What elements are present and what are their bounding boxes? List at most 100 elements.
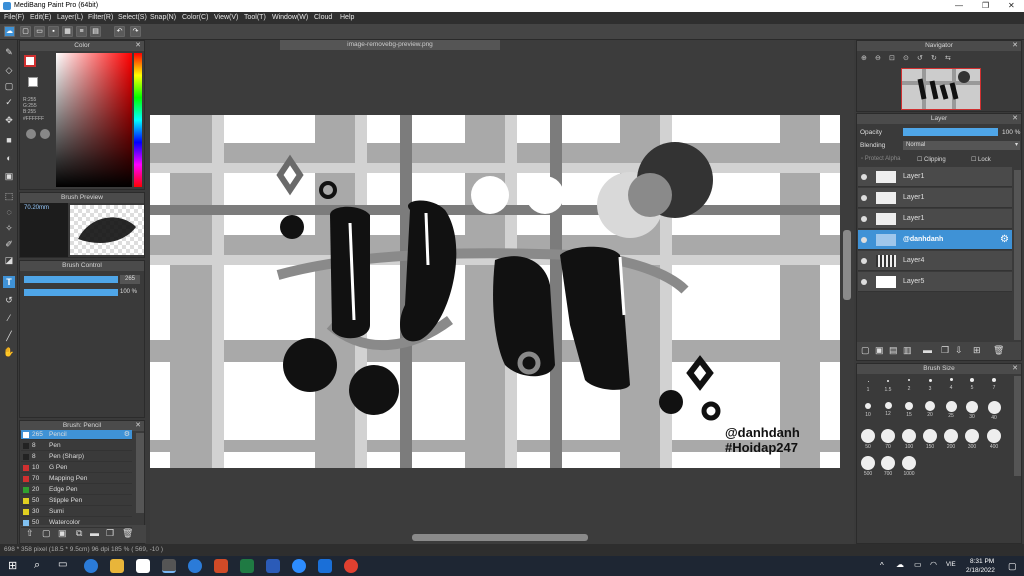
bucket-tool-icon[interactable]: ◐: [3, 152, 15, 164]
document-tab[interactable]: image-removebg-preview.png: [280, 40, 500, 50]
redo-icon[interactable]: ↷: [130, 26, 141, 37]
brush-copy-icon[interactable]: ⧉: [76, 528, 82, 539]
brush-size-option[interactable]: 1000: [901, 456, 917, 477]
menu-cloud[interactable]: Cloud: [314, 14, 332, 21]
brush-size-slider[interactable]: [24, 276, 118, 283]
visibility-icon[interactable]: [861, 195, 867, 201]
brush-size-option[interactable]: 50: [860, 429, 876, 450]
brush-item[interactable]: 8 Pen: [21, 441, 132, 451]
brush-size-option[interactable]: 2: [901, 379, 917, 392]
start-icon[interactable]: ⊞: [8, 559, 17, 572]
lock-checkbox[interactable]: ☐ Lock: [971, 156, 991, 163]
search-icon[interactable]: ⌕: [34, 559, 40, 572]
brush-item[interactable]: 50 Watercolor: [21, 518, 132, 528]
brush-item[interactable]: 70 Mapping Pen: [21, 474, 132, 484]
brush-tool-icon[interactable]: ✎: [3, 46, 15, 58]
duplicate-layer-icon[interactable]: ❐: [941, 345, 949, 356]
excel-icon[interactable]: [240, 559, 254, 573]
divide-tool-icon[interactable]: ◪: [3, 254, 15, 266]
menu-window[interactable]: Window(W): [272, 14, 308, 21]
brush-item[interactable]: 8 Pen (Sharp): [21, 452, 132, 462]
tray-chevron-icon[interactable]: ^: [880, 561, 884, 570]
menu-snap[interactable]: Snap(N): [150, 14, 176, 21]
save-icon[interactable]: ▪: [48, 26, 59, 37]
brush-size-option[interactable]: 700: [880, 456, 896, 477]
navigator-rotate-right-icon[interactable]: ↻: [931, 54, 937, 62]
visibility-icon[interactable]: [861, 237, 867, 243]
brush-item[interactable]: 10 G Pen: [21, 463, 132, 473]
brush-size-option[interactable]: 1: [860, 381, 876, 393]
menu-layer[interactable]: Layer(L): [57, 14, 83, 21]
brush-item[interactable]: 265 Pencil ⚙: [21, 430, 132, 440]
brush-size-option[interactable]: 30: [964, 401, 980, 420]
clock-date[interactable]: 2/18/2022: [966, 567, 995, 574]
brush-delete-icon[interactable]: 🗑: [122, 528, 133, 539]
shape-tool-icon[interactable]: ■: [3, 134, 15, 146]
brush-size-option[interactable]: 150: [922, 429, 938, 450]
layer-settings-gear-icon[interactable]: ⚙: [1000, 234, 1009, 245]
background-color-swatch[interactable]: [28, 77, 38, 87]
palette2-icon[interactable]: [40, 129, 50, 139]
artwork-canvas[interactable]: @danhdanh #Hoidap247: [150, 115, 840, 468]
visibility-icon[interactable]: [861, 258, 867, 264]
brush-add-icon[interactable]: ⇧: [26, 528, 34, 539]
undo-icon[interactable]: ↶: [114, 26, 125, 37]
brush-size-option[interactable]: 400: [986, 429, 1002, 450]
brush-size-option[interactable]: 500: [860, 456, 876, 477]
menu-help[interactable]: Help: [340, 14, 354, 21]
new-halftone-layer-icon[interactable]: ▣: [875, 345, 884, 356]
layer-row[interactable]: Layer5: [858, 272, 1012, 292]
magic-wand-icon[interactable]: ✧: [3, 222, 15, 234]
clock-time[interactable]: 8:31 PM: [970, 558, 994, 565]
close-icon[interactable]: ✕: [135, 41, 141, 51]
wifi-icon[interactable]: ◠: [930, 560, 937, 569]
layer-settings-icon[interactable]: ⊞: [973, 345, 981, 356]
visibility-icon[interactable]: [861, 174, 867, 180]
brush-size-option[interactable]: 200: [943, 429, 959, 450]
layer-opacity-slider[interactable]: [903, 128, 998, 136]
menu-file[interactable]: File(F): [4, 14, 24, 21]
ruler-tool-icon[interactable]: ╱: [3, 330, 15, 342]
canvas-area[interactable]: image-removebg-preview.png @danhdanh #Ho…: [150, 40, 854, 544]
brush-list-scrollbar[interactable]: [136, 433, 144, 513]
brush-size-option[interactable]: 10: [860, 403, 876, 418]
eyedropper-tool-icon[interactable]: ⁄: [3, 312, 15, 324]
close-icon[interactable]: ✕: [1012, 364, 1018, 374]
brush-size-option[interactable]: 15: [901, 402, 917, 418]
brush-item[interactable]: 20 Edge Pen: [21, 485, 132, 495]
open-icon[interactable]: ▭: [34, 26, 45, 37]
brush-new-icon[interactable]: ▢: [42, 528, 51, 539]
onedrive-icon[interactable]: ☁: [896, 560, 904, 569]
rectangle-tool-icon[interactable]: ▢: [3, 80, 15, 92]
navigator-flip-icon[interactable]: ⇆: [945, 54, 951, 62]
select-tool-icon[interactable]: ⬚: [3, 190, 15, 202]
menu-select[interactable]: Select(S): [118, 14, 147, 21]
menu-tool[interactable]: Tool(T): [244, 14, 266, 21]
eraser-tool-icon[interactable]: ◇: [3, 64, 15, 76]
brush-settings-gear-icon[interactable]: ⚙: [124, 430, 130, 438]
layer-add-menu-icon[interactable]: ▥: [903, 345, 912, 356]
brush-opacity-slider[interactable]: [24, 289, 118, 296]
operation-tool-icon[interactable]: ↺: [3, 294, 15, 306]
check-tool-icon[interactable]: ✓: [3, 96, 15, 108]
minimize-button[interactable]: —: [955, 1, 963, 10]
brush-size-option[interactable]: 70: [880, 429, 896, 450]
brush-size-option[interactable]: 100: [901, 429, 917, 450]
brush-size-option[interactable]: 4: [943, 378, 959, 391]
layer-scrollbar[interactable]: [1014, 170, 1021, 340]
navigator-fit-icon[interactable]: ⊡: [889, 54, 895, 62]
layer-folder-icon[interactable]: ▬: [923, 345, 932, 355]
menu-color[interactable]: Color(C): [182, 14, 208, 21]
clipping-checkbox[interactable]: ☐ Clipping: [917, 156, 946, 163]
brush-item[interactable]: 50 Stipple Pen: [21, 496, 132, 506]
brush-import-icon[interactable]: ▣: [58, 528, 67, 539]
visibility-icon[interactable]: [861, 216, 867, 222]
word-icon[interactable]: [266, 559, 280, 573]
navigator-rotate-left-icon[interactable]: ↺: [917, 54, 923, 62]
delete-layer-icon[interactable]: 🗑: [993, 345, 1004, 356]
layer-row[interactable]: @danhdanh ⚙: [858, 230, 1012, 250]
canvas-vertical-scrollbar[interactable]: [843, 230, 851, 300]
visibility-icon[interactable]: [861, 279, 867, 285]
close-button[interactable]: ✕: [1008, 1, 1015, 10]
brush-size-option[interactable]: 20: [922, 401, 938, 418]
